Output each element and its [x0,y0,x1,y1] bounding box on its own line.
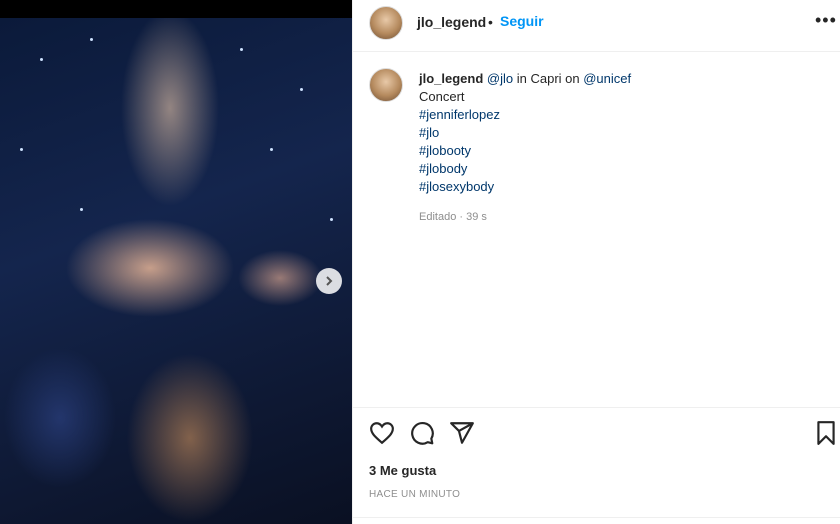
post-panel: jlo_legend • Seguir ••• jlo_legend @jlo … [352,0,840,524]
share-button[interactable] [449,420,475,446]
avatar[interactable] [369,6,403,40]
decor-star [270,148,273,151]
caption-line-2: Concert [419,89,465,104]
post-header: jlo_legend • Seguir ••• [353,0,840,52]
comment-icon [411,422,434,445]
separator-dot: • [488,14,493,30]
actions-divider [353,407,840,409]
save-button[interactable] [813,420,839,446]
likes-count[interactable]: 3 Me gusta [369,463,436,478]
post-caption: jlo_legend @jlo in Capri on @unicef Conc… [419,70,819,196]
follow-button[interactable]: Seguir [500,13,544,29]
post-media[interactable] [0,0,352,524]
hashtag-link[interactable]: #jenniferlopez [419,106,819,124]
decor-star [330,218,333,221]
post-photo [0,18,352,524]
footer-divider [353,517,840,518]
hashtag-link[interactable]: #jlobody [419,160,819,178]
more-options-button[interactable]: ••• [815,10,837,31]
comment-button[interactable] [409,420,435,446]
next-photo-button[interactable] [316,268,342,294]
decor-star [240,48,243,51]
caption-username[interactable]: jlo_legend [419,71,483,86]
caption-line-1: jlo_legend @jlo in Capri on @unicef [419,70,819,88]
hashtag-link[interactable]: #jlobooty [419,142,819,160]
decor-star [80,208,83,211]
caption-avatar[interactable] [369,68,403,102]
mention-link[interactable]: @jlo [487,71,513,86]
like-button[interactable] [369,420,395,446]
send-icon [450,422,474,444]
hashtag-link[interactable]: #jlosexybody [419,178,819,196]
decor-star [20,148,23,151]
decor-star [40,58,43,61]
post-timestamp[interactable]: HACE UN MINUTO [369,489,460,500]
caption-location-text: in Capri on [513,71,584,86]
hashtag-link[interactable]: #jlo [419,124,819,142]
bookmark-icon [817,421,835,445]
mention-link[interactable]: @unicef [583,71,631,86]
heart-icon [370,422,394,445]
username[interactable]: jlo_legend [417,14,486,30]
decor-star [300,88,303,91]
decor-star [90,38,93,41]
chevron-right-icon [326,276,333,286]
edited-meta: Editado · 39 s [419,211,487,223]
